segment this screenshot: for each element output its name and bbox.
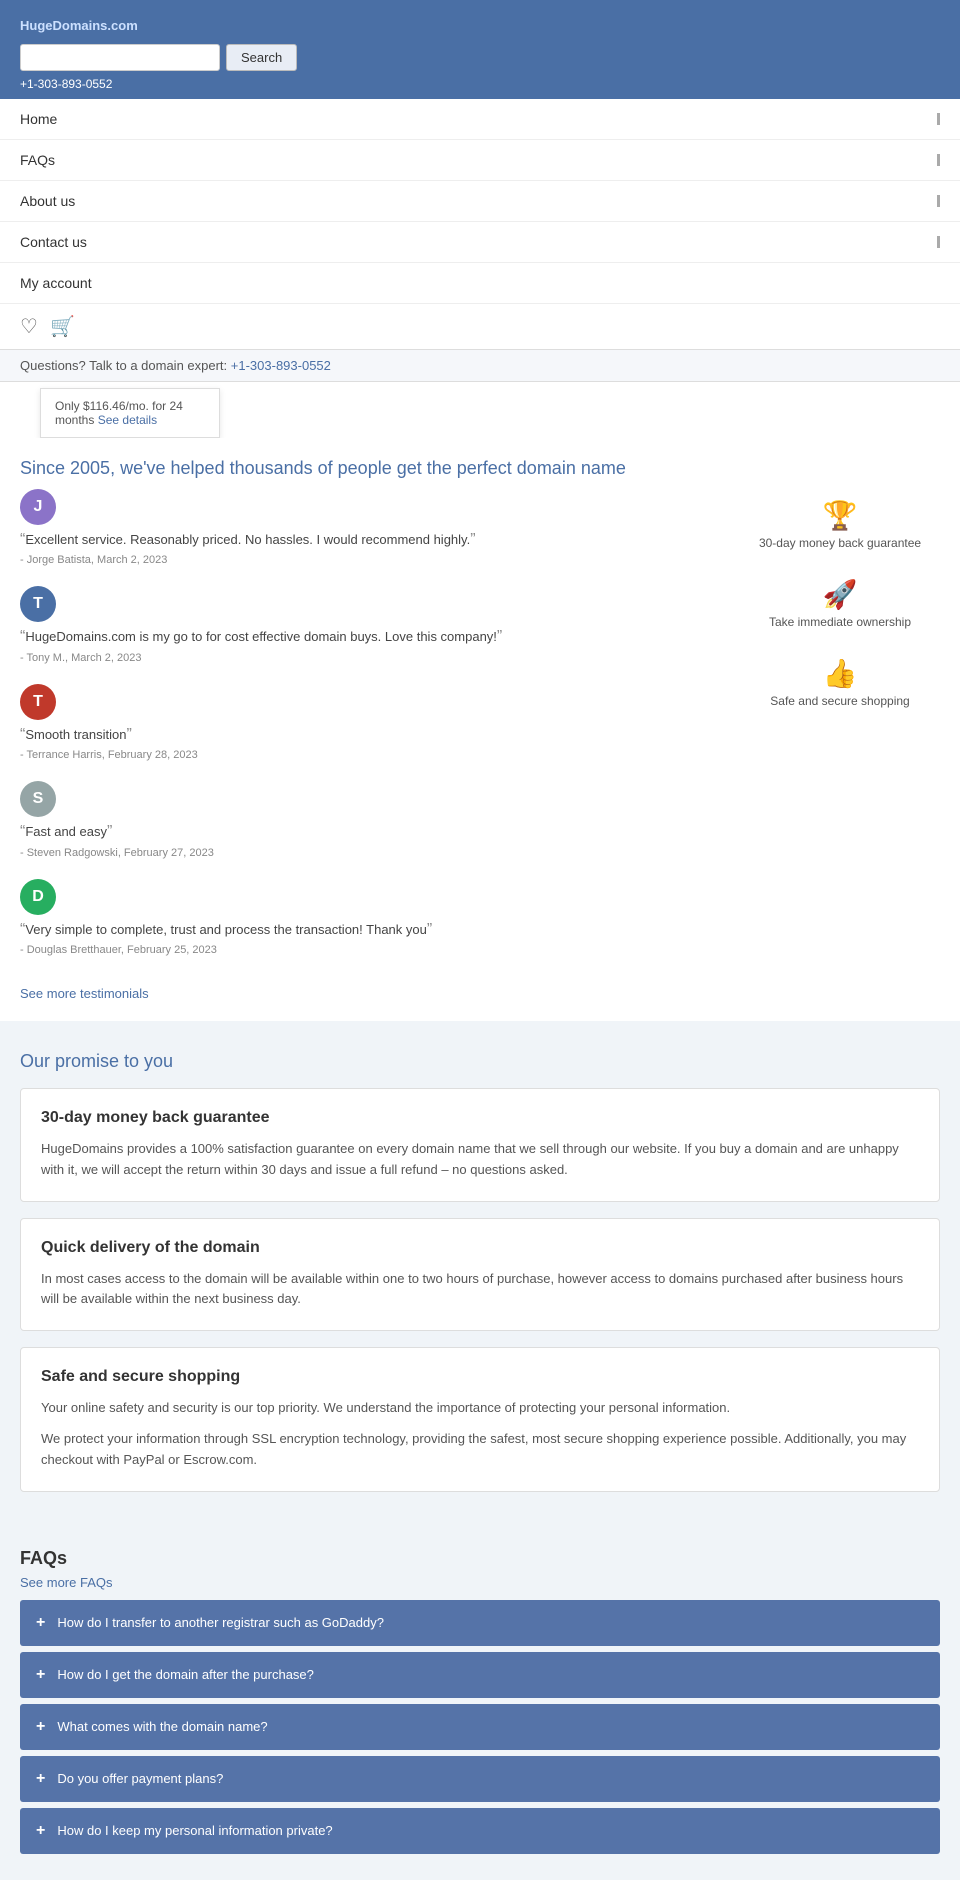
search-button[interactable]: Search [226,44,297,71]
quote-text: HugeDomains.com is my go to for cost eff… [20,626,720,648]
faq-plus-icon: + [36,1718,45,1736]
main-section-heading: Since 2005, we've helped thousands of pe… [0,438,960,489]
promise-heading: Our promise to you [20,1031,940,1088]
quote-author: - Terrance Harris, February 28, 2023 [20,749,720,761]
avatar: T [20,586,56,622]
promise-card-title: Quick delivery of the domain [41,1239,919,1257]
see-more-faqs[interactable]: See more FAQs [20,1575,940,1590]
feature-item-guarantee: 🏆 30-day money back guarantee [740,499,940,550]
nav-icon-bar: ♡ 🛒 [0,304,960,349]
guarantee-icon: 🏆 [740,499,940,532]
faq-plus-icon: + [36,1614,45,1632]
faq-item-2[interactable]: + What comes with the domain name? [20,1704,940,1750]
quote-text: Very simple to complete, trust and proce… [20,919,720,941]
promise-card-text: HugeDomains provides a 100% satisfaction… [41,1139,919,1181]
header: HugeDomains.com Search +1-303-893-0552 [0,0,960,99]
questions-bar: Questions? Talk to a domain expert: +1-3… [0,350,960,382]
promise-section: Our promise to you 30-day money back gua… [0,1021,960,1528]
logo-suffix: .com [107,18,137,33]
testimonial-item: S Fast and easy - Steven Radgowski, Febr… [20,781,720,858]
quote-author: - Douglas Bretthauer, February 25, 2023 [20,944,720,956]
search-bar: Search [20,44,940,71]
feature-label: Safe and secure shopping [740,694,940,708]
promise-card-delivery: Quick delivery of the domain In most cas… [20,1218,940,1332]
testimonial-item: J Excellent service. Reasonably priced. … [20,489,720,566]
tooltip-box: Only $116.46/mo. for 24 months See detai… [40,388,220,438]
testimonials-list: J Excellent service. Reasonably priced. … [20,489,720,976]
content-grid: J Excellent service. Reasonably priced. … [0,489,960,976]
avatar: D [20,879,56,915]
testimonial-item: T HugeDomains.com is my go to for cost e… [20,586,720,663]
faq-label: How do I get the domain after the purcha… [57,1667,314,1682]
questions-text: Questions? Talk to a domain expert: [20,358,227,373]
navigation: Home FAQs About us Contact us My account… [0,99,960,350]
nav-item-faqs[interactable]: FAQs [0,140,960,181]
promise-card-title: Safe and secure shopping [41,1368,919,1386]
nav-item-account[interactable]: My account [0,263,960,304]
quote-text: Excellent service. Reasonably priced. No… [20,529,720,551]
faq-plus-icon: + [36,1822,45,1840]
testimonial-item: T Smooth transition - Terrance Harris, F… [20,684,720,761]
secure-icon: 👍 [740,657,940,690]
feature-label: 30-day money back guarantee [740,536,940,550]
header-phone: +1-303-893-0552 [20,77,940,91]
logo-text: HugeDomains [20,18,107,33]
nav-divider [937,195,940,207]
faqs-heading: FAQs [20,1538,940,1575]
nav-divider [937,236,940,248]
faq-item-1[interactable]: + How do I get the domain after the purc… [20,1652,940,1698]
nav-divider [937,154,940,166]
promise-card-text: In most cases access to the domain will … [41,1269,919,1311]
logo: HugeDomains.com [20,10,940,36]
avatar: T [20,684,56,720]
feature-item-ownership: 🚀 Take immediate ownership [740,578,940,629]
faq-label: Do you offer payment plans? [57,1771,223,1786]
faq-plus-icon: + [36,1770,45,1788]
see-more-testimonials[interactable]: See more testimonials [0,976,960,1021]
ownership-icon: 🚀 [740,578,940,611]
faq-item-0[interactable]: + How do I transfer to another registrar… [20,1600,940,1646]
tooltip-container: Only $116.46/mo. for 24 months See detai… [0,382,960,438]
faq-plus-icon: + [36,1666,45,1684]
promise-card-secure: Safe and secure shopping Your online saf… [20,1347,940,1491]
nav-item-home[interactable]: Home [0,99,960,140]
features-list: 🏆 30-day money back guarantee 🚀 Take imm… [740,489,940,976]
faqs-section: FAQs See more FAQs + How do I transfer t… [0,1528,960,1880]
nav-item-about[interactable]: About us [0,181,960,222]
faq-label: What comes with the domain name? [57,1719,267,1734]
cart-icon[interactable]: 🛒 [50,314,75,339]
main-content: Since 2005, we've helped thousands of pe… [0,438,960,1021]
promise-card-title: 30-day money back guarantee [41,1109,919,1127]
tooltip-link[interactable]: See details [98,413,157,427]
promise-card-text-1: Your online safety and security is our t… [41,1398,919,1419]
search-input[interactable] [20,44,220,71]
questions-phone[interactable]: +1-303-893-0552 [231,358,331,373]
avatar: J [20,489,56,525]
nav-divider [937,113,940,125]
heart-icon[interactable]: ♡ [20,314,38,339]
testimonial-item: D Very simple to complete, trust and pro… [20,879,720,956]
quote-author: - Jorge Batista, March 2, 2023 [20,554,720,566]
quote-text: Fast and easy [20,821,720,843]
faq-item-4[interactable]: + How do I keep my personal information … [20,1808,940,1854]
quote-author: - Tony M., March 2, 2023 [20,652,720,664]
promise-card-text-2: We protect your information through SSL … [41,1429,919,1471]
feature-label: Take immediate ownership [740,615,940,629]
nav-item-contact[interactable]: Contact us [0,222,960,263]
quote-author: - Steven Radgowski, February 27, 2023 [20,847,720,859]
faq-item-3[interactable]: + Do you offer payment plans? [20,1756,940,1802]
quote-text: Smooth transition [20,724,720,746]
promise-card-guarantee: 30-day money back guarantee HugeDomains … [20,1088,940,1202]
avatar: S [20,781,56,817]
faq-label: How do I keep my personal information pr… [57,1823,332,1838]
feature-item-secure: 👍 Safe and secure shopping [740,657,940,708]
faq-label: How do I transfer to another registrar s… [57,1615,384,1630]
